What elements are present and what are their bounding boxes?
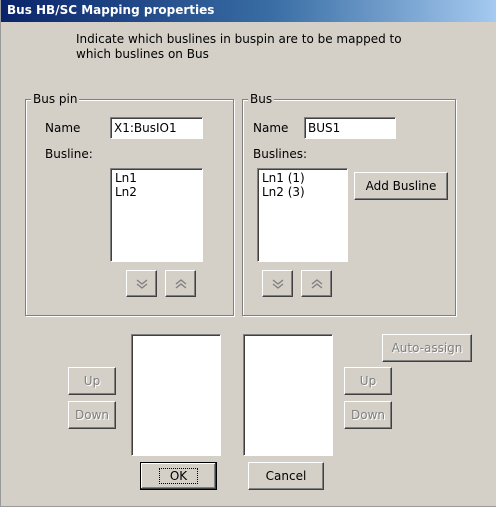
bus-move-down-button[interactable] [262, 270, 293, 297]
bus-pin-move-up-button[interactable] [165, 270, 196, 297]
auto-assign-button[interactable]: Auto-assign [382, 334, 472, 362]
cancel-button[interactable]: Cancel [248, 462, 324, 490]
list-item[interactable]: Ln1 [115, 171, 202, 185]
mapping-right-list[interactable] [243, 334, 333, 456]
dialog-window: Bus HB/SC Mapping properties Indicate wh… [0, 0, 496, 507]
instructions-text: Indicate which buslines in buspin are to… [76, 32, 402, 61]
bus-move-up-button[interactable] [301, 270, 332, 297]
title-bar[interactable]: Bus HB/SC Mapping properties [1, 0, 496, 22]
bus-pin-busline-list[interactable]: Ln1 Ln2 [110, 168, 203, 262]
double-chevron-up-icon [174, 278, 188, 290]
bus-buslines-label: Buslines: [253, 147, 308, 161]
bus-group-label: Bus [248, 92, 275, 107]
window-title: Bus HB/SC Mapping properties [7, 3, 215, 17]
mapping-left-list[interactable] [131, 334, 221, 456]
add-busline-button-label: Add Busline [365, 179, 437, 193]
double-chevron-down-icon [271, 278, 285, 290]
bus-pin-group-label: Bus pin [31, 92, 80, 107]
mapping-left-up-label: Up [83, 374, 101, 388]
mapping-left-down-label: Down [74, 408, 109, 422]
bus-name-field[interactable]: BUS1 [304, 117, 396, 139]
cancel-button-label: Cancel [265, 469, 307, 483]
list-item[interactable]: Ln2 (3) [262, 185, 347, 199]
list-item[interactable]: Ln2 [115, 185, 202, 199]
mapping-right-up-button[interactable]: Up [344, 367, 392, 395]
double-chevron-down-icon [135, 278, 149, 290]
bus-name-label: Name [253, 121, 289, 135]
bus-buslines-list[interactable]: Ln1 (1) Ln2 (3) [257, 168, 348, 262]
mapping-left-down-button[interactable]: Down [68, 401, 116, 429]
mapping-right-up-label: Up [359, 374, 377, 388]
double-chevron-up-icon [310, 278, 324, 290]
ok-button-label: OK [158, 468, 199, 484]
add-busline-button[interactable]: Add Busline [354, 172, 448, 200]
mapping-left-up-button[interactable]: Up [68, 367, 116, 395]
mapping-right-down-button[interactable]: Down [344, 401, 392, 429]
ok-button[interactable]: OK [140, 462, 217, 490]
bus-pin-move-down-button[interactable] [126, 270, 157, 297]
list-item[interactable]: Ln1 (1) [262, 171, 347, 185]
bus-pin-busline-label: Busline: [45, 147, 93, 161]
auto-assign-button-label: Auto-assign [391, 341, 463, 355]
bus-pin-name-label: Name [45, 121, 81, 135]
mapping-right-down-label: Down [350, 408, 385, 422]
bus-pin-name-field[interactable]: X1:BusIO1 [110, 117, 203, 139]
